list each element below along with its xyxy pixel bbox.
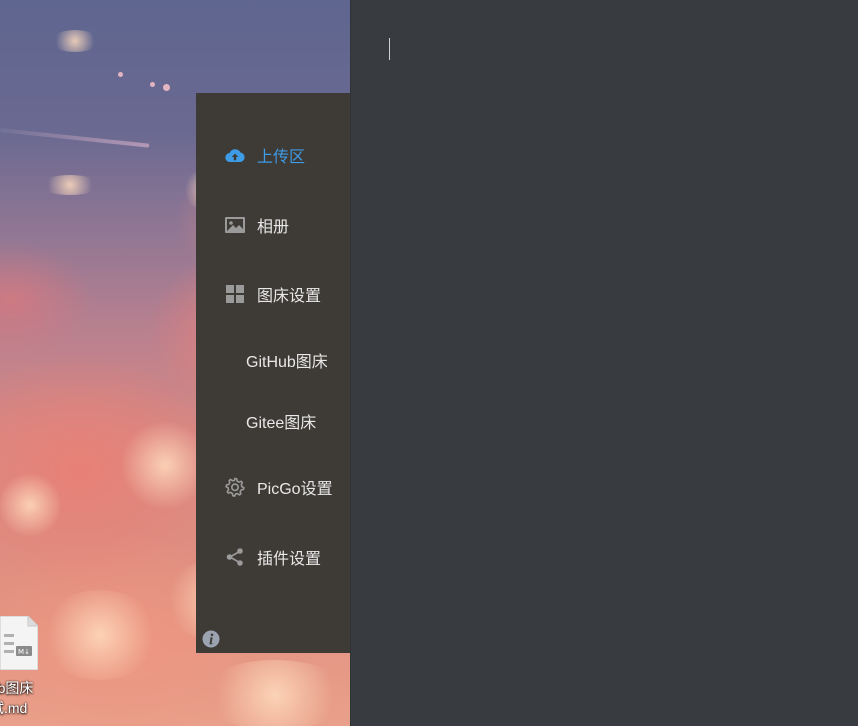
sidebar-subitem-gitee[interactable]: Gitee图床 [196, 403, 350, 439]
share-icon [225, 547, 245, 567]
wallpaper-cloud [40, 175, 100, 195]
wallpaper-cloud [0, 470, 60, 540]
sidebar-subitem-label: Gitee图床 [246, 415, 317, 432]
grid-icon [225, 284, 245, 304]
sidebar-subitem-github[interactable]: GitHub图床 [196, 342, 350, 378]
wallpaper-cloud [200, 660, 350, 726]
desktop-file[interactable]: M↓ hub图床 试.md [0, 615, 60, 726]
image-icon [225, 215, 245, 235]
wallpaper-dot [150, 82, 155, 87]
sidebar-item-plugin-settings[interactable]: 插件设置 [196, 537, 350, 577]
wallpaper-streak [0, 128, 150, 148]
file-name-line2: 试.md [0, 700, 28, 716]
wallpaper-dot [163, 84, 170, 91]
sidebar-item-picbed-settings[interactable]: 图床设置 [196, 274, 350, 314]
sidebar: 上传区 相册 图床设置 GitHub图床 Gitee图床 PicGo设置 插件设… [196, 93, 350, 653]
sidebar-item-label: 相册 [257, 219, 290, 236]
sidebar-item-label: 上传区 [257, 149, 306, 166]
wallpaper-cloud [50, 30, 100, 52]
sidebar-item-label: PicGo设置 [257, 481, 333, 498]
sidebar-item-album[interactable]: 相册 [196, 205, 350, 245]
sidebar-item-label: 图床设置 [257, 288, 322, 305]
svg-text:M↓: M↓ [18, 648, 30, 656]
info-icon[interactable] [202, 630, 220, 648]
gear-icon [225, 477, 245, 497]
main-panel[interactable] [350, 0, 858, 726]
sidebar-item-label: 插件设置 [257, 551, 322, 568]
markdown-file-icon: M↓ [0, 615, 39, 671]
sidebar-item-picgo-settings[interactable]: PicGo设置 [196, 467, 350, 507]
cloud-upload-icon [225, 145, 245, 165]
sidebar-subitem-label: GitHub图床 [246, 354, 328, 371]
text-cursor [389, 38, 390, 60]
file-name-line1: hub图床 [0, 680, 34, 696]
sidebar-item-upload[interactable]: 上传区 [196, 135, 350, 175]
desktop-file-name: hub图床 试.md [0, 678, 70, 718]
wallpaper-dot [118, 72, 123, 77]
